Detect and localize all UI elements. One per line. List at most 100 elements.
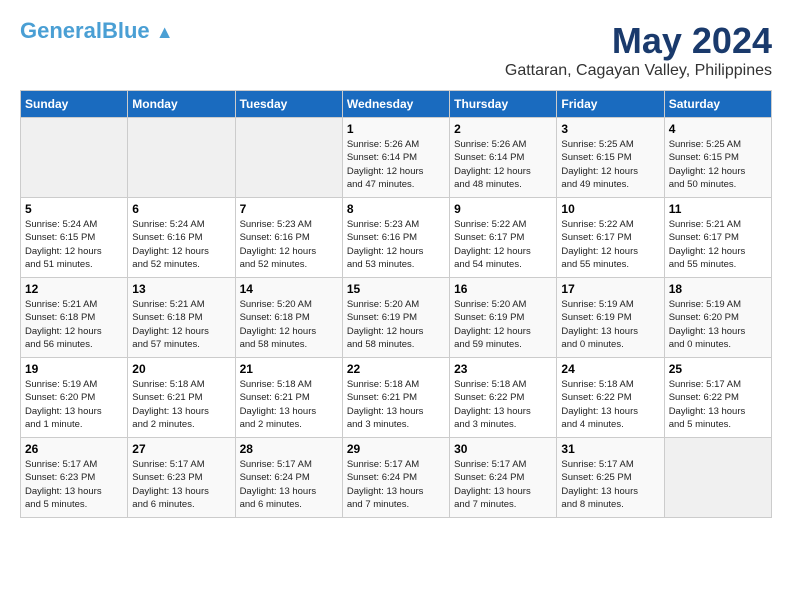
- day-number: 1: [347, 122, 445, 136]
- day-number: 19: [25, 362, 123, 376]
- day-info: Sunrise: 5:18 AM Sunset: 6:22 PM Dayligh…: [561, 378, 659, 431]
- calendar-subtitle: Gattaran, Cagayan Valley, Philippines: [505, 62, 772, 80]
- day-info: Sunrise: 5:17 AM Sunset: 6:23 PM Dayligh…: [25, 458, 123, 511]
- calendar-cell: 7Sunrise: 5:23 AM Sunset: 6:16 PM Daylig…: [235, 198, 342, 278]
- day-number: 5: [25, 202, 123, 216]
- day-number: 2: [454, 122, 552, 136]
- day-number: 26: [25, 442, 123, 456]
- day-header-saturday: Saturday: [664, 91, 771, 118]
- calendar-cell: 21 Sunrise: 5:18 AM Sunset: 6:21 PM Dayli…: [235, 358, 342, 438]
- calendar-week-row: 12 Sunrise: 5:21 AM Sunset: 6:18 PM Dayli…: [21, 278, 772, 358]
- day-info: Sunrise: 5:22 AM Sunset: 6:17 PM Dayligh…: [561, 218, 659, 271]
- day-number: 30: [454, 442, 552, 456]
- day-number: 31: [561, 442, 659, 456]
- calendar-cell: [128, 118, 235, 198]
- day-info: Sunrise: 5:17 AM Sunset: 6:22 PM Dayligh…: [669, 378, 767, 431]
- day-number: 23: [454, 362, 552, 376]
- day-number: 14: [240, 282, 338, 296]
- calendar-cell: 3 Sunrise: 5:25 AM Sunset: 6:15 PM Daylig…: [557, 118, 664, 198]
- day-number: 3: [561, 122, 659, 136]
- header: GeneralBlue ▲ May 2024 Gattaran, Cagayan…: [20, 20, 772, 80]
- day-number: 8: [347, 202, 445, 216]
- calendar-cell: 15 Sunrise: 5:20 AM Sunset: 6:19 PM Dayli…: [342, 278, 449, 358]
- calendar-cell: 14 Sunrise: 5:20 AM Sunset: 6:18 PM Dayli…: [235, 278, 342, 358]
- calendar-cell: 5 Sunrise: 5:24 AM Sunset: 6:15 PM Daylig…: [21, 198, 128, 278]
- day-number: 6: [132, 202, 230, 216]
- day-header-monday: Monday: [128, 91, 235, 118]
- logo: GeneralBlue ▲: [20, 20, 174, 42]
- day-number: 28: [240, 442, 338, 456]
- day-info: Sunrise: 5:19 AM Sunset: 6:19 PM Dayligh…: [561, 298, 659, 351]
- day-header-thursday: Thursday: [450, 91, 557, 118]
- calendar-cell: 12 Sunrise: 5:21 AM Sunset: 6:18 PM Dayli…: [21, 278, 128, 358]
- day-info: Sunrise: 5:20 AM Sunset: 6:19 PM Dayligh…: [454, 298, 552, 351]
- day-info: Sunrise: 5:17 AM Sunset: 6:25 PM Dayligh…: [561, 458, 659, 511]
- logo-general: General: [20, 18, 102, 43]
- day-number: 11: [669, 202, 767, 216]
- day-number: 29: [347, 442, 445, 456]
- calendar-cell: 10Sunrise: 5:22 AM Sunset: 6:17 PM Dayli…: [557, 198, 664, 278]
- logo-text: GeneralBlue ▲: [20, 20, 174, 42]
- day-info: Sunrise: 5:18 AM Sunset: 6:22 PM Dayligh…: [454, 378, 552, 431]
- day-info: Sunrise: 5:25 AM Sunset: 6:15 PM Dayligh…: [561, 138, 659, 191]
- title-section: May 2024 Gattaran, Cagayan Valley, Phili…: [505, 20, 772, 80]
- day-info: Sunrise: 5:17 AM Sunset: 6:24 PM Dayligh…: [240, 458, 338, 511]
- calendar-cell: 18 Sunrise: 5:19 AM Sunset: 6:20 PM Dayli…: [664, 278, 771, 358]
- day-number: 22: [347, 362, 445, 376]
- day-number: 7: [240, 202, 338, 216]
- day-header-sunday: Sunday: [21, 91, 128, 118]
- day-info: Sunrise: 5:20 AM Sunset: 6:19 PM Dayligh…: [347, 298, 445, 351]
- calendar-week-row: 5 Sunrise: 5:24 AM Sunset: 6:15 PM Daylig…: [21, 198, 772, 278]
- day-info: Sunrise: 5:18 AM Sunset: 6:21 PM Dayligh…: [132, 378, 230, 431]
- day-info: Sunrise: 5:18 AM Sunset: 6:21 PM Dayligh…: [240, 378, 338, 431]
- calendar-table: SundayMondayTuesdayWednesdayThursdayFrid…: [20, 90, 772, 518]
- calendar-cell: 16 Sunrise: 5:20 AM Sunset: 6:19 PM Dayli…: [450, 278, 557, 358]
- day-number: 24: [561, 362, 659, 376]
- calendar-cell: 24 Sunrise: 5:18 AM Sunset: 6:22 PM Dayli…: [557, 358, 664, 438]
- calendar-cell: 25Sunrise: 5:17 AM Sunset: 6:22 PM Dayli…: [664, 358, 771, 438]
- calendar-cell: 13 Sunrise: 5:21 AM Sunset: 6:18 PM Dayli…: [128, 278, 235, 358]
- day-info: Sunrise: 5:21 AM Sunset: 6:17 PM Dayligh…: [669, 218, 767, 271]
- calendar-cell: 26 Sunrise: 5:17 AM Sunset: 6:23 PM Dayli…: [21, 438, 128, 518]
- day-number: 13: [132, 282, 230, 296]
- calendar-cell: 31 Sunrise: 5:17 AM Sunset: 6:25 PM Dayli…: [557, 438, 664, 518]
- calendar-week-row: 1Sunrise: 5:26 AM Sunset: 6:14 PM Daylig…: [21, 118, 772, 198]
- day-info: Sunrise: 5:24 AM Sunset: 6:15 PM Dayligh…: [25, 218, 123, 271]
- day-number: 16: [454, 282, 552, 296]
- calendar-cell: 29 Sunrise: 5:17 AM Sunset: 6:24 PM Dayli…: [342, 438, 449, 518]
- day-info: Sunrise: 5:21 AM Sunset: 6:18 PM Dayligh…: [132, 298, 230, 351]
- calendar-cell: 30 Sunrise: 5:17 AM Sunset: 6:24 PM Dayli…: [450, 438, 557, 518]
- day-info: Sunrise: 5:20 AM Sunset: 6:18 PM Dayligh…: [240, 298, 338, 351]
- day-header-friday: Friday: [557, 91, 664, 118]
- day-info: Sunrise: 5:24 AM Sunset: 6:16 PM Dayligh…: [132, 218, 230, 271]
- day-info: Sunrise: 5:19 AM Sunset: 6:20 PM Dayligh…: [669, 298, 767, 351]
- day-number: 20: [132, 362, 230, 376]
- calendar-cell: 22 Sunrise: 5:18 AM Sunset: 6:21 PM Dayli…: [342, 358, 449, 438]
- calendar-cell: 6 Sunrise: 5:24 AM Sunset: 6:16 PM Daylig…: [128, 198, 235, 278]
- calendar-cell: 19 Sunrise: 5:19 AM Sunset: 6:20 PM Dayli…: [21, 358, 128, 438]
- calendar-cell: 9Sunrise: 5:22 AM Sunset: 6:17 PM Daylig…: [450, 198, 557, 278]
- day-header-wednesday: Wednesday: [342, 91, 449, 118]
- calendar-title: May 2024: [505, 20, 772, 62]
- calendar-cell: 27Sunrise: 5:17 AM Sunset: 6:23 PM Dayli…: [128, 438, 235, 518]
- day-info: Sunrise: 5:21 AM Sunset: 6:18 PM Dayligh…: [25, 298, 123, 351]
- day-number: 18: [669, 282, 767, 296]
- calendar-cell: 17 Sunrise: 5:19 AM Sunset: 6:19 PM Dayli…: [557, 278, 664, 358]
- day-number: 15: [347, 282, 445, 296]
- day-number: 21: [240, 362, 338, 376]
- day-info: Sunrise: 5:19 AM Sunset: 6:20 PM Dayligh…: [25, 378, 123, 431]
- day-info: Sunrise: 5:18 AM Sunset: 6:21 PM Dayligh…: [347, 378, 445, 431]
- day-info: Sunrise: 5:23 AM Sunset: 6:16 PM Dayligh…: [347, 218, 445, 271]
- day-info: Sunrise: 5:17 AM Sunset: 6:24 PM Dayligh…: [454, 458, 552, 511]
- day-info: Sunrise: 5:22 AM Sunset: 6:17 PM Dayligh…: [454, 218, 552, 271]
- calendar-cell: [21, 118, 128, 198]
- day-number: 12: [25, 282, 123, 296]
- day-number: 17: [561, 282, 659, 296]
- calendar-cell: 20 Sunrise: 5:18 AM Sunset: 6:21 PM Dayli…: [128, 358, 235, 438]
- day-info: Sunrise: 5:17 AM Sunset: 6:24 PM Dayligh…: [347, 458, 445, 511]
- calendar-cell: [664, 438, 771, 518]
- day-number: 27: [132, 442, 230, 456]
- calendar-cell: 4Sunrise: 5:25 AM Sunset: 6:15 PM Daylig…: [664, 118, 771, 198]
- day-info: Sunrise: 5:25 AM Sunset: 6:15 PM Dayligh…: [669, 138, 767, 191]
- logo-blue: Blue: [102, 18, 150, 43]
